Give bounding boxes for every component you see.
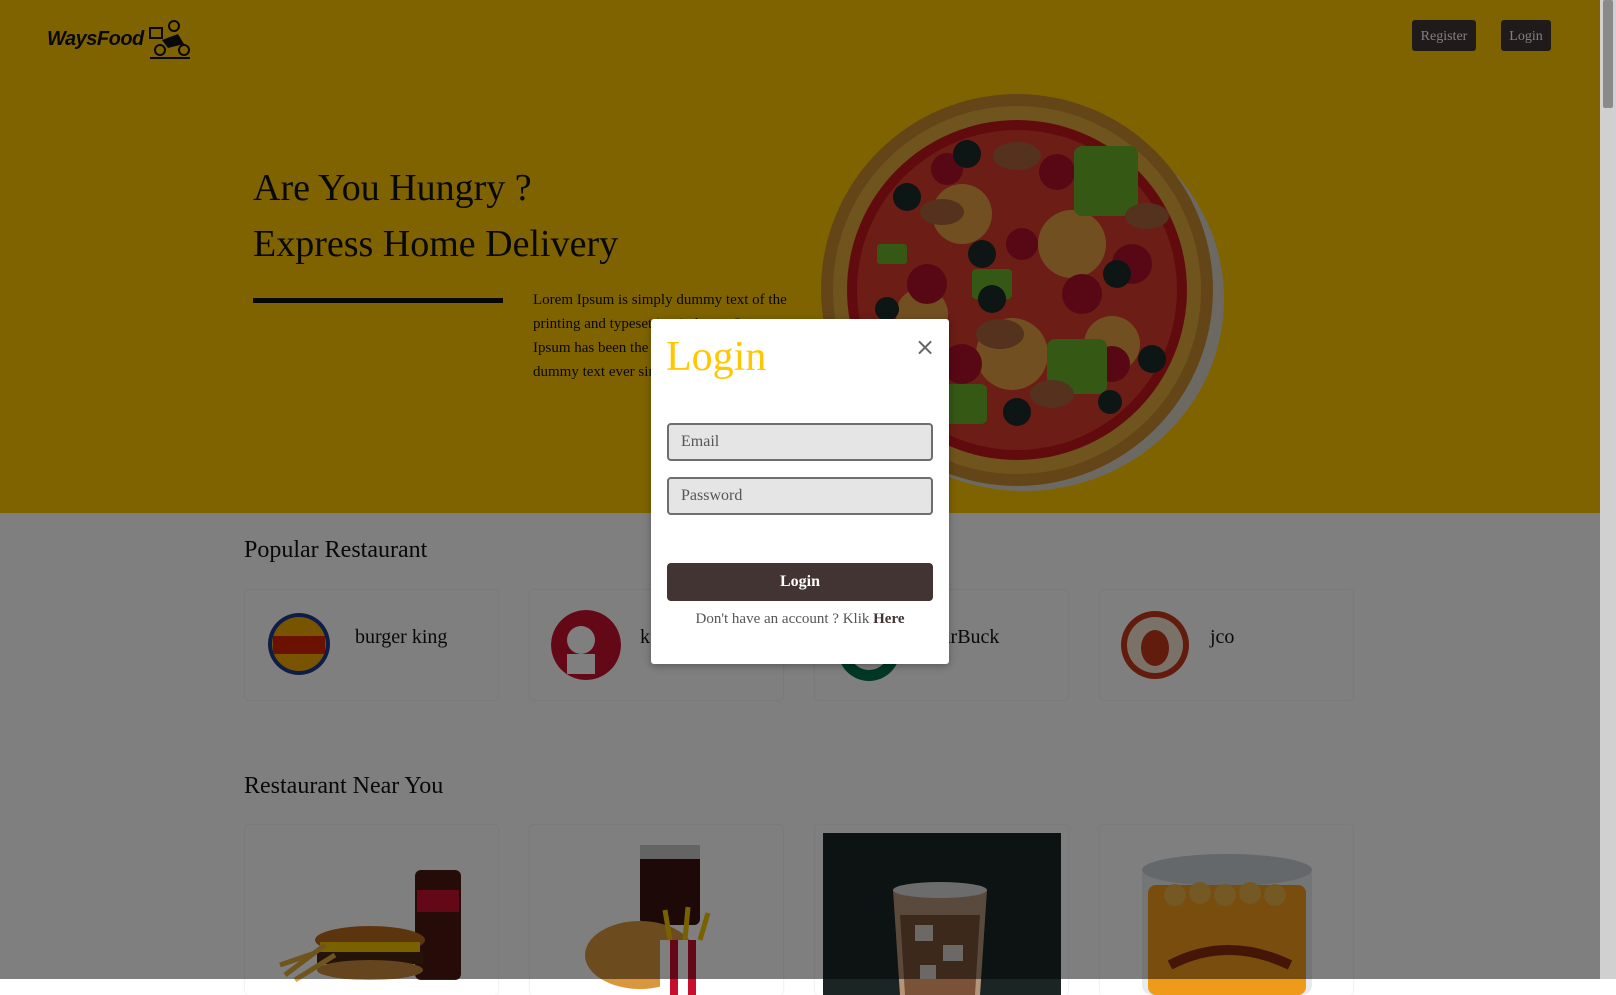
- login-modal: Login × Login Don't have an account ? Kl…: [651, 319, 949, 664]
- page-scrollbar[interactable]: [1600, 0, 1616, 979]
- signup-here-link[interactable]: Here: [873, 611, 904, 627]
- signup-prompt-text: Don't have an account ? Klik: [695, 611, 874, 627]
- page-scrollbar-thumb[interactable]: [1603, 0, 1613, 108]
- email-field[interactable]: [667, 423, 933, 461]
- close-icon[interactable]: ×: [915, 335, 935, 359]
- modal-title: Login: [666, 334, 767, 380]
- login-submit-button[interactable]: Login: [667, 563, 933, 601]
- signup-prompt: Don't have an account ? Klik Here: [651, 611, 949, 628]
- page: WaysFood Register Login Are You Hungry ?…: [0, 0, 1600, 995]
- password-field[interactable]: [667, 477, 933, 515]
